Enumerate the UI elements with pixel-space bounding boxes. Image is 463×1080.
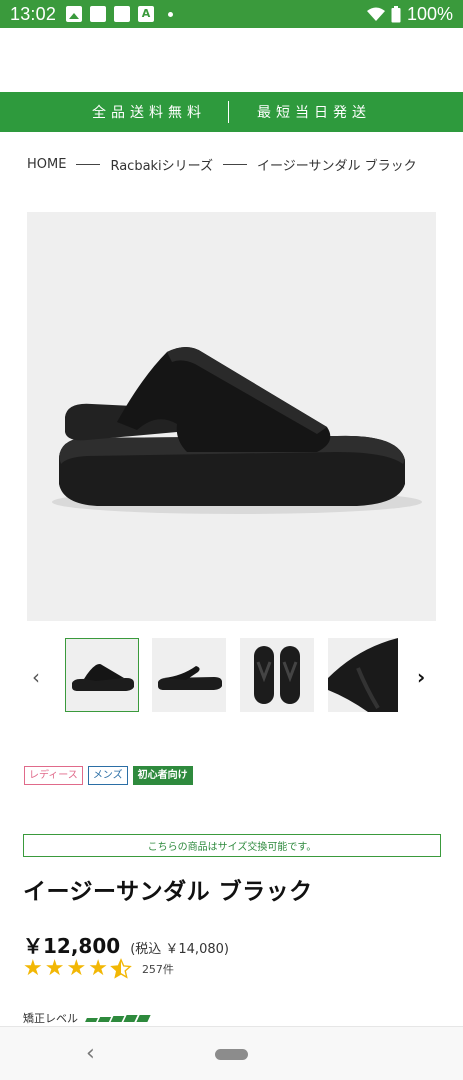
correction-level-label: 矯正レベル (23, 1012, 78, 1025)
home-pill-icon[interactable] (215, 1049, 248, 1060)
breadcrumb-home[interactable]: HOME (27, 157, 66, 172)
product-rating[interactable]: ★ ★ ★ ★ 257件 (23, 958, 174, 980)
star-icon: ★ (44, 956, 65, 981)
site-header (0, 28, 463, 92)
same-day-shipping-text: 最短当日発送 (257, 105, 371, 121)
free-shipping-text: 全品送料無料 (92, 105, 206, 121)
thumbnail-3[interactable] (240, 638, 314, 712)
half-star-icon (110, 958, 132, 979)
product-title: イージーサンダル ブラック (23, 879, 313, 905)
chevron-right-icon[interactable]: › (417, 665, 425, 689)
translate-icon: A (138, 6, 155, 22)
price-tax-included: (税込 ￥14,080) (130, 942, 229, 957)
star-icon: ★ (66, 956, 87, 981)
thumbnail-carousel: ‹ › (0, 637, 463, 713)
battery-percent: 100% (406, 3, 453, 24)
star-icon: ★ (88, 956, 108, 981)
star-icon: ★ (23, 956, 43, 981)
price-value: ￥12,800 (23, 934, 121, 958)
thumbnail-4[interactable] (328, 638, 398, 712)
status-bar: 13:02 A 100% (0, 0, 463, 28)
battery-icon (391, 5, 401, 22)
tag-mens: メンズ (87, 766, 128, 785)
sandal-side-image (52, 347, 422, 514)
breadcrumb: HOME Racbakiシリーズ イージーサンダル ブラック (27, 155, 417, 174)
system-nav-bar: ‹ (0, 1026, 463, 1080)
status-time: 13:02 (10, 3, 57, 24)
correction-level-meter (85, 1014, 151, 1022)
wifi-icon (366, 7, 385, 21)
tag-beginner: 初心者向け (132, 766, 193, 785)
breadcrumb-separator (223, 164, 248, 165)
square-icon (114, 6, 131, 22)
correction-level: 矯正レベル (23, 1010, 151, 1026)
back-icon[interactable]: ‹ (86, 1041, 95, 1066)
breadcrumb-current: イージーサンダル ブラック (257, 159, 417, 174)
square-icon (90, 6, 107, 22)
breadcrumb-separator (76, 164, 101, 165)
image-icon (66, 6, 83, 22)
breadcrumb-series[interactable]: Racbakiシリーズ (110, 155, 213, 174)
banner-divider (228, 101, 229, 123)
tag-ladies: レディース (24, 766, 83, 785)
thumbnail-1[interactable] (65, 638, 139, 712)
review-count[interactable]: 257件 (142, 961, 174, 977)
size-exchange-notice: こちらの商品はサイズ交換可能です。 (23, 834, 441, 857)
product-price: ￥12,800 (税込 ￥14,080) (23, 930, 229, 959)
chevron-left-icon[interactable]: ‹ (32, 665, 40, 689)
dot-icon (168, 11, 174, 17)
shipping-banner: 全品送料無料 最短当日発送 (0, 92, 463, 132)
thumbnail-2[interactable] (152, 638, 226, 712)
product-main-image[interactable] (27, 212, 436, 621)
product-tags: レディース メンズ 初心者向け (24, 766, 193, 785)
